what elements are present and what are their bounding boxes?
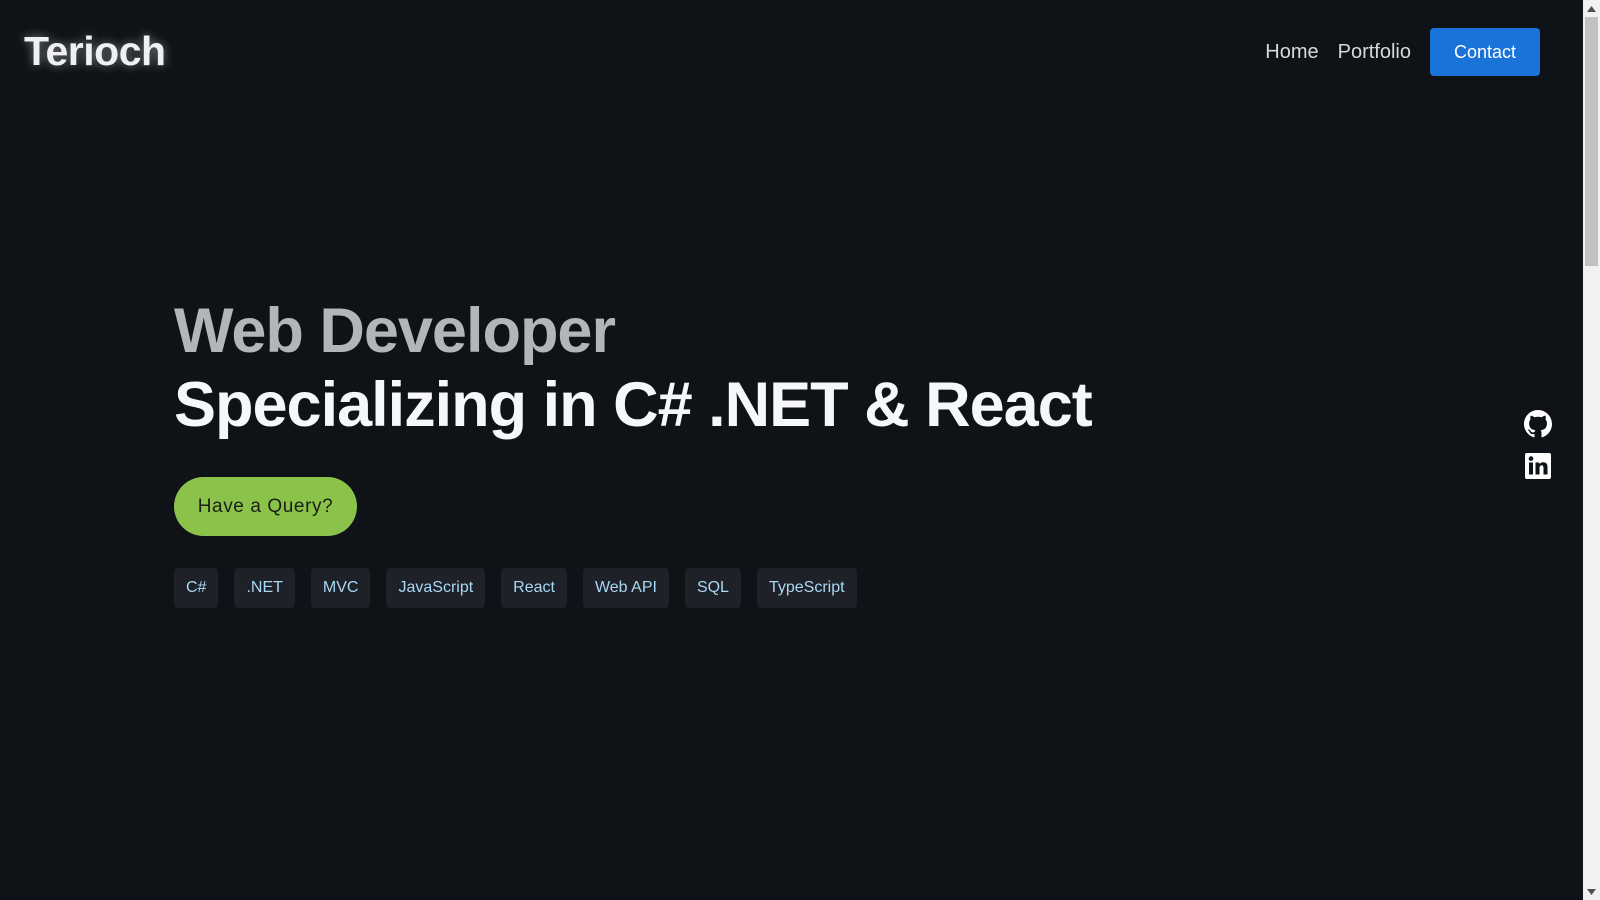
hero-title: Web Developer (174, 296, 616, 366)
hero-subtitle: Specializing in C# .NET & React (174, 370, 1093, 440)
linkedin-icon[interactable] (1524, 452, 1552, 480)
vertical-scrollbar[interactable] (1583, 0, 1600, 900)
skill-tag: TypeScript (756, 568, 857, 608)
hero-heading: Web Developer Specializing in C# .NET & … (174, 292, 1093, 440)
skill-tag: C# (174, 568, 219, 608)
scroll-down-arrow-icon[interactable] (1583, 883, 1600, 900)
scrollbar-thumb[interactable] (1585, 17, 1598, 266)
skill-tag: React (501, 568, 567, 608)
contact-button[interactable]: Contact (1430, 28, 1540, 76)
skill-tag: MVC (310, 568, 371, 608)
nav-portfolio-link[interactable]: Portfolio (1338, 41, 1411, 64)
scroll-up-arrow-icon[interactable] (1583, 0, 1600, 17)
skill-tag: .NET (234, 568, 295, 608)
main-nav: Home Portfolio Contact (1265, 28, 1540, 76)
viewport: Terioch Home Portfolio Contact Web Devel… (0, 0, 1583, 900)
skill-tag: Web API (582, 568, 669, 608)
social-links (1524, 410, 1552, 494)
skill-tags: C# .NET MVC JavaScript React Web API SQL… (174, 568, 873, 608)
site-logo[interactable]: Terioch (24, 28, 166, 75)
nav-home-link[interactable]: Home (1265, 41, 1318, 64)
page: Terioch Home Portfolio Contact Web Devel… (0, 0, 1600, 900)
github-icon[interactable] (1524, 410, 1552, 438)
skill-tag: SQL (684, 568, 741, 608)
have-a-query-button[interactable]: Have a Query? (174, 477, 357, 536)
skill-tag: JavaScript (386, 568, 486, 608)
